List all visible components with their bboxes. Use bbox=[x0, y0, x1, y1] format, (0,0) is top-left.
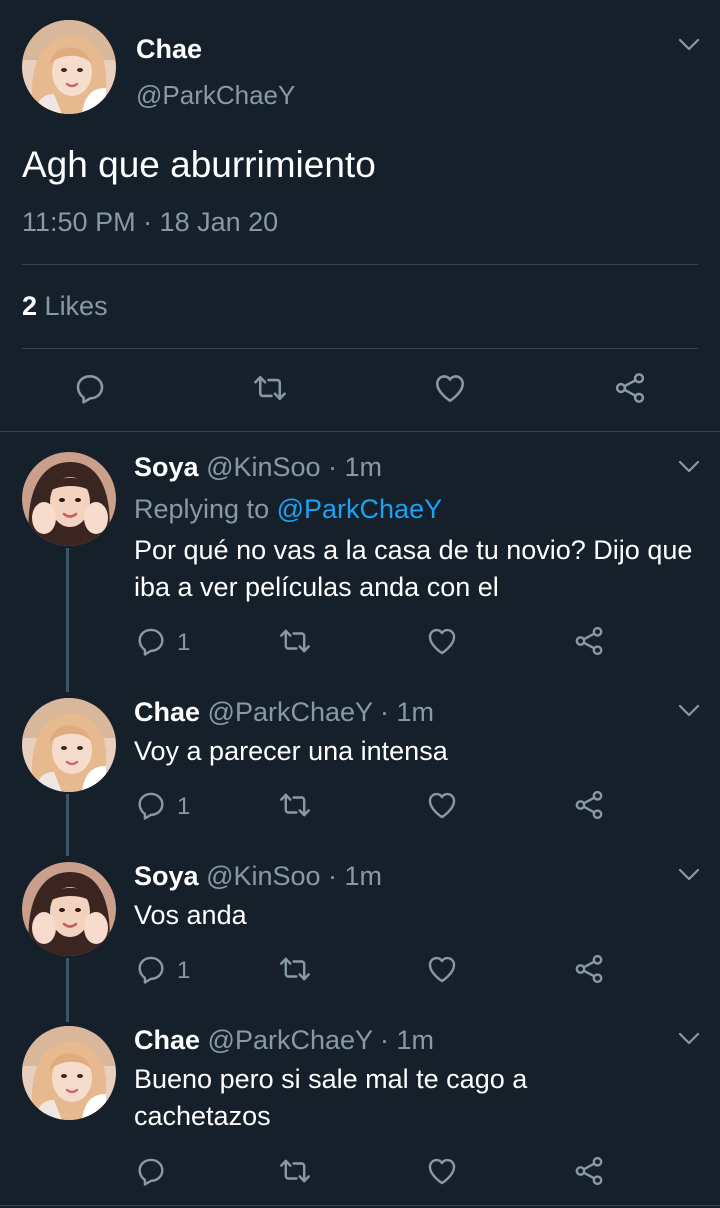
divider bbox=[0, 1205, 720, 1206]
share-icon[interactable] bbox=[612, 370, 648, 406]
reply-text: Vos anda bbox=[134, 900, 247, 930]
reply-text: Bueno pero si sale mal te cago a cacheta… bbox=[134, 1064, 528, 1131]
reply-count: 1 bbox=[177, 793, 191, 820]
author-handle[interactable]: @ParkChaeY bbox=[136, 80, 295, 111]
tweet-timestamp: 11:50 PM · 18 Jan 20 bbox=[22, 207, 279, 237]
chevron-down-icon[interactable] bbox=[678, 1032, 700, 1046]
reply-icon[interactable] bbox=[134, 1154, 168, 1188]
reply-header: Soya @KinSoo · 1m bbox=[134, 452, 382, 483]
chevron-down-icon[interactable] bbox=[678, 704, 700, 718]
author-avatar[interactable] bbox=[22, 20, 116, 114]
like-icon[interactable] bbox=[432, 370, 468, 406]
reply-icon[interactable] bbox=[134, 952, 168, 986]
like-icon[interactable] bbox=[425, 624, 459, 658]
reply-meta: @KinSoo · 1m bbox=[206, 861, 383, 891]
reply-avatar[interactable] bbox=[22, 698, 116, 792]
reply-avatar[interactable] bbox=[22, 862, 116, 956]
author-name[interactable]: Chae bbox=[136, 34, 202, 65]
chevron-down-icon[interactable] bbox=[678, 38, 700, 52]
chevron-down-icon[interactable] bbox=[678, 868, 700, 882]
reply-meta: @ParkChaeY · 1m bbox=[207, 697, 435, 727]
retweet-icon[interactable] bbox=[278, 624, 312, 658]
reply-author-name[interactable]: Chae bbox=[134, 1025, 200, 1055]
share-icon[interactable] bbox=[572, 624, 606, 658]
reply-avatar[interactable] bbox=[22, 1026, 116, 1120]
reply-header: Chae @ParkChaeY · 1m bbox=[134, 697, 434, 728]
reply-count: 1 bbox=[177, 629, 191, 656]
divider bbox=[22, 348, 698, 349]
retweet-icon[interactable] bbox=[278, 1154, 312, 1188]
reply-text: Por qué no vas a la casa de tu novio? Di… bbox=[134, 535, 693, 602]
reply-author-name[interactable]: Chae bbox=[134, 697, 200, 727]
reply-icon[interactable] bbox=[72, 370, 108, 406]
divider bbox=[0, 431, 720, 432]
reply-header: Soya @KinSoo · 1m bbox=[134, 861, 382, 892]
replying-to-prefix: Replying to bbox=[134, 494, 270, 524]
thread-line bbox=[66, 548, 69, 692]
retweet-icon[interactable] bbox=[278, 788, 312, 822]
reply-meta: @ParkChaeY · 1m bbox=[207, 1025, 435, 1055]
reply-meta: @KinSoo · 1m bbox=[206, 452, 383, 482]
reply-author-name[interactable]: Soya bbox=[134, 861, 199, 891]
like-icon[interactable] bbox=[425, 1154, 459, 1188]
chevron-down-icon[interactable] bbox=[678, 460, 700, 474]
reply-avatar[interactable] bbox=[22, 452, 116, 546]
reply-text: Voy a parecer una intensa bbox=[134, 736, 448, 766]
share-icon[interactable] bbox=[572, 788, 606, 822]
reply-icon[interactable] bbox=[134, 624, 168, 658]
retweet-icon[interactable] bbox=[278, 952, 312, 986]
reply-author-name[interactable]: Soya bbox=[134, 452, 199, 482]
share-icon[interactable] bbox=[572, 1154, 606, 1188]
share-icon[interactable] bbox=[572, 952, 606, 986]
replying-to-link[interactable]: @ParkChaeY bbox=[277, 494, 442, 524]
replying-to-line: Replying to @ParkChaeY bbox=[134, 494, 442, 525]
tweet-text: Agh que aburrimiento bbox=[22, 144, 376, 185]
like-icon[interactable] bbox=[425, 952, 459, 986]
retweet-icon[interactable] bbox=[252, 370, 288, 406]
reply-count: 1 bbox=[177, 957, 191, 984]
thread-line bbox=[66, 794, 69, 856]
divider bbox=[22, 264, 698, 265]
likes-stat[interactable]: 2 Likes bbox=[22, 291, 108, 322]
reply-icon[interactable] bbox=[134, 788, 168, 822]
likes-label: Likes bbox=[44, 291, 108, 321]
reply-header: Chae @ParkChaeY · 1m bbox=[134, 1025, 434, 1056]
like-icon[interactable] bbox=[425, 788, 459, 822]
thread-line bbox=[66, 958, 69, 1022]
likes-count: 2 bbox=[22, 291, 38, 321]
